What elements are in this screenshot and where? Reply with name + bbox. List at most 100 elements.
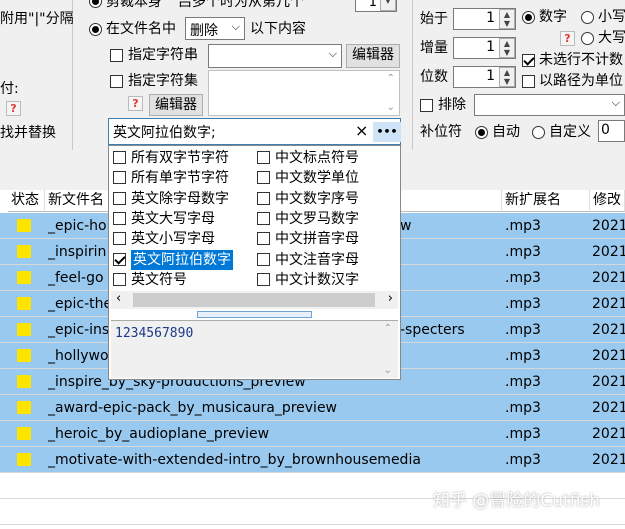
option-checkbox[interactable] xyxy=(113,151,126,164)
exclude-checkbox[interactable] xyxy=(420,99,433,112)
specify-string-checkbox[interactable] xyxy=(110,49,123,62)
mode-value: 删除 xyxy=(190,23,218,39)
step-input[interactable]: 1 ▲ ▼ xyxy=(453,37,516,59)
upper-radio[interactable] xyxy=(581,32,594,45)
table-row[interactable]: _motivate-with-extended-intro_by_brownho… xyxy=(0,447,625,473)
more-icon[interactable]: ••• xyxy=(373,122,401,142)
scroll-down-icon[interactable]: ⌄ xyxy=(384,365,392,376)
option-checkbox[interactable] xyxy=(257,171,270,185)
charset-option[interactable]: 中文注音字母 xyxy=(257,250,395,270)
horizontal-scrollbar[interactable]: ‹ › xyxy=(111,291,398,309)
option-checkbox[interactable] xyxy=(113,272,126,286)
option-label: 所有单字节字符 xyxy=(131,170,229,187)
digit-radio[interactable] xyxy=(522,11,535,24)
option-checkbox[interactable] xyxy=(257,252,270,266)
scroll-up-icon[interactable]: ⌃ xyxy=(384,323,392,334)
mode-select[interactable]: 删除 ⌵ xyxy=(185,17,245,40)
find-replace-button[interactable]: 找并替换 xyxy=(0,124,56,142)
charset-option[interactable]: 英文小写字母 xyxy=(113,229,251,249)
option-checkbox[interactable] xyxy=(257,151,270,164)
option-checkbox[interactable] xyxy=(257,232,270,246)
row-new-extension: .mp3 xyxy=(505,270,541,286)
string-editor-button[interactable]: 编辑器 xyxy=(346,44,400,68)
row-modified: 2021 xyxy=(592,244,625,260)
string-input[interactable]: ⌵ xyxy=(208,44,342,68)
lower-radio[interactable] xyxy=(581,11,594,24)
row-new-extension: .mp3 xyxy=(505,452,541,468)
start-spinner[interactable]: ▲ ▼ xyxy=(499,9,515,29)
option-checkbox[interactable] xyxy=(113,171,126,185)
table-row[interactable]: _award-epic-pack_by_musicaura_preview .mp… xyxy=(0,395,625,421)
charset-option[interactable]: 中文数学单位 xyxy=(257,168,395,188)
cut-count-spin[interactable]: ▼ xyxy=(380,0,396,11)
upper-help-icon[interactable]: ? xyxy=(560,31,575,46)
unselected-label: 未选行不计数 xyxy=(539,52,623,68)
table-row[interactable]: _heroic_by_audioplane_preview .mp3 2021 xyxy=(0,421,625,447)
unselected-checkbox[interactable] xyxy=(522,54,535,67)
option-checkbox[interactable] xyxy=(113,232,126,246)
charset-option[interactable]: 中文计数汉字 xyxy=(257,270,395,290)
header-new-extension[interactable]: 新扩展名 xyxy=(502,190,590,212)
charset-option[interactable]: 中文拼音字母 xyxy=(257,229,395,249)
charset-popup: 所有双字节字符 所有单字节字符 英文除字母数字 英文大写字母英文小写字母 英文阿拉伯数字… xyxy=(108,145,401,380)
charset-option[interactable]: 英文除字母数字 xyxy=(113,189,251,209)
charset-editor-button[interactable]: 编辑器 xyxy=(149,94,203,116)
charset-option[interactable]: 英文大写字母 xyxy=(113,209,251,229)
option-checkbox[interactable] xyxy=(113,211,126,225)
custom-radio[interactable] xyxy=(532,126,545,139)
scroll-right-icon[interactable]: › xyxy=(388,291,393,306)
charset-option[interactable]: 英文符号 xyxy=(113,270,251,290)
charset-option[interactable]: 中文标点符号 xyxy=(257,148,395,168)
splitter-handle[interactable] xyxy=(197,311,312,318)
specify-charset-label: 指定字符集 xyxy=(128,73,198,89)
digits-label: 位数 xyxy=(420,69,448,85)
in-filename-radio[interactable] xyxy=(89,23,102,36)
pad-label: 补位符 xyxy=(420,124,462,140)
scroll-down-icon[interactable]: ⌄ xyxy=(387,102,395,113)
help-icon[interactable]: ? xyxy=(6,101,21,116)
chevron-down-icon: ⌵ xyxy=(231,20,240,33)
exclude-select[interactable]: ⌵ xyxy=(474,94,625,116)
step-spinner[interactable]: ▲ ▼ xyxy=(499,38,515,58)
cut-count-input[interactable]: 1 ▼ xyxy=(355,0,397,12)
scroll-up-icon[interactable]: ⌃ xyxy=(387,73,395,84)
option-checkbox[interactable] xyxy=(113,252,126,266)
charset-combobox[interactable]: 英文阿拉伯数字; × ••• xyxy=(108,118,401,145)
folder-icon xyxy=(17,349,31,362)
digits-spinner[interactable]: ▲ ▼ xyxy=(499,67,515,87)
charset-current-value: 英文阿拉伯数字; xyxy=(113,125,216,141)
charset-help-icon[interactable]: ? xyxy=(128,96,143,111)
scroll-left-icon[interactable]: ‹ xyxy=(116,291,121,306)
by-path-checkbox[interactable] xyxy=(522,75,535,88)
close-icon[interactable]: × xyxy=(355,121,368,140)
option-label: 英文大写字母 xyxy=(131,210,215,227)
option-checkbox[interactable] xyxy=(257,272,270,286)
row-new-extension: .mp3 xyxy=(505,296,541,312)
charset-option[interactable]: 所有双字节字符 xyxy=(113,148,251,168)
charset-option[interactable]: 所有单字节字符 xyxy=(113,168,251,188)
folder-icon xyxy=(17,401,31,414)
digits-input[interactable]: 1 ▲ ▼ xyxy=(453,66,516,88)
charset-textarea[interactable]: ⌃ ⌄ xyxy=(208,70,400,116)
option-label: 所有双字节字符 xyxy=(131,150,229,166)
header-status[interactable]: 状态 xyxy=(8,190,45,212)
start-label: 始于 xyxy=(420,11,448,27)
option-checkbox[interactable] xyxy=(257,191,270,205)
row-modified: 2021 xyxy=(592,400,625,416)
specify-charset-checkbox[interactable] xyxy=(110,75,123,88)
option-label: 英文除字母数字 xyxy=(131,190,229,207)
row-modified: 2021 xyxy=(592,374,625,390)
partial-label: 付: xyxy=(0,81,19,97)
header-modified[interactable]: 修改 xyxy=(590,190,625,212)
charset-option[interactable]: 中文罗马数字 xyxy=(257,209,395,229)
auto-radio[interactable] xyxy=(475,126,488,139)
option-label: 中文标点符号 xyxy=(275,150,359,166)
row-filename-tail xyxy=(400,421,500,447)
charset-option[interactable]: 英文阿拉伯数字 xyxy=(113,249,251,270)
custom-input[interactable]: 0 xyxy=(598,120,625,142)
scrollbar-thumb[interactable] xyxy=(133,293,375,307)
option-checkbox[interactable] xyxy=(257,211,270,225)
option-checkbox[interactable] xyxy=(113,191,126,205)
start-input[interactable]: 1 ▲ ▼ xyxy=(453,8,516,30)
charset-option[interactable]: 中文数字序号 xyxy=(257,189,395,209)
